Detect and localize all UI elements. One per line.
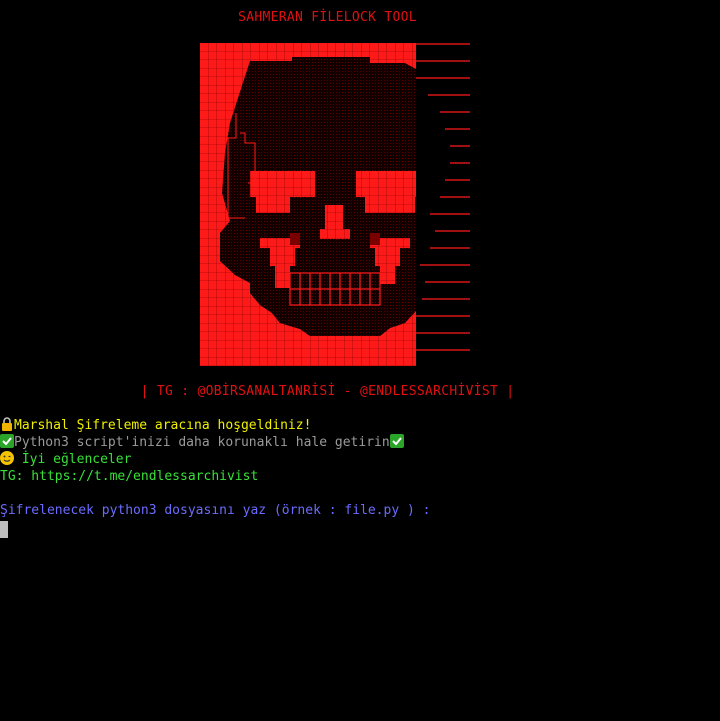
protect-text: Python3 script'inizi daha korunaklı hale… [14,435,390,450]
welcome-line: Marshal Şifreleme aracına hoşgeldiniz! [0,417,311,434]
skull-ascii-art [200,43,472,367]
tool-title: SAHMERAN FİLELOCK TOOL [238,10,417,25]
check-mark-icon [389,434,404,448]
welcome-text: Marshal Şifreleme aracına hoşgeldiniz! [14,418,312,433]
file-prompt: Şifrelenecek python3 dosyasını yaz (örne… [0,503,431,518]
protect-line: Python3 script'inizi daha korunaklı hale… [0,434,404,451]
lock-icon [0,417,14,431]
enjoy-line: İyi eğlenceler [0,451,131,468]
terminal-cursor[interactable] [0,521,8,538]
telegram-handles-line: | TG : @OBİRSANALTANRİSİ - @ENDLESSARCHİ… [140,384,515,399]
terminal-window[interactable]: SAHMERAN FİLELOCK TOOL | TG: @OBİRSANAL… [0,0,720,721]
smiley-icon [0,451,14,465]
telegram-link-line[interactable]: TG: https://t.me/endlessarchivist [0,468,258,485]
enjoy-text: İyi eğlenceler [14,452,132,467]
check-mark-icon [0,434,14,448]
